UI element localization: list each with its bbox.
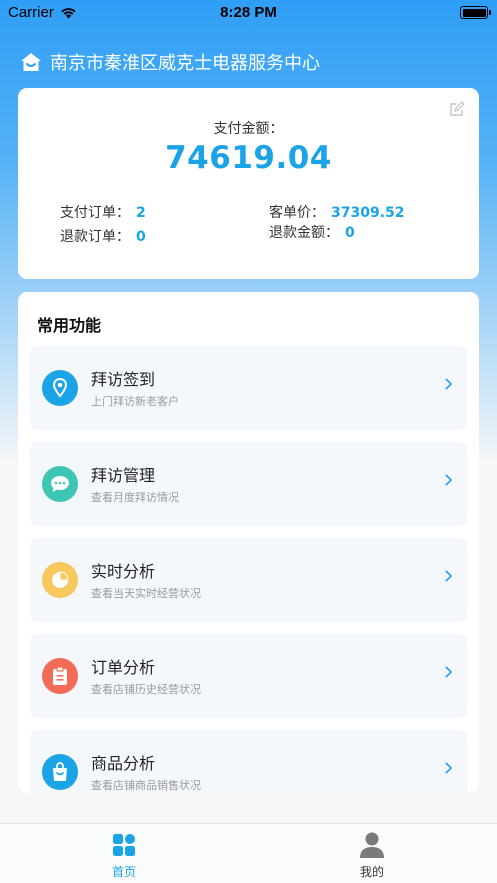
clock: 8:28 PM <box>220 4 277 21</box>
functions-title: 常用功能 <box>37 316 102 335</box>
avg-price-value: 37309.52 <box>331 205 405 221</box>
battery-icon <box>460 6 491 19</box>
grid-icon <box>113 834 135 856</box>
location-pin-icon <box>42 370 78 406</box>
refund-orders-value: 0 <box>136 229 146 245</box>
function-item-visit-checkin[interactable]: 拜访签到 上门拜访新老客户 <box>30 346 467 430</box>
amount-label: 支付金额： <box>213 121 284 137</box>
refund-orders-stat: 退款订单： 0 <box>60 226 146 246</box>
function-subtitle: 上门拜访新老客户 <box>91 395 179 408</box>
chevron-right-icon <box>445 378 453 390</box>
pie-chart-icon <box>42 562 78 598</box>
tab-mine-label: 我的 <box>359 865 384 879</box>
chevron-right-icon <box>445 666 453 678</box>
tab-mine[interactable]: 我的 <box>312 830 432 880</box>
user-icon <box>360 832 384 858</box>
store-home-icon <box>21 53 41 71</box>
paid-orders-value: 2 <box>136 205 146 221</box>
avg-price-label: 客单价： <box>269 205 325 221</box>
shopping-bag-icon <box>42 754 78 790</box>
status-bar: Carrier 8:28 PM <box>0 0 497 26</box>
tab-home[interactable]: 首页 <box>64 830 184 880</box>
chevron-right-icon <box>445 762 453 774</box>
refund-amount-label: 退款金额： <box>269 225 339 241</box>
summary-card: 支付金额： 74619.04 支付订单： 2 退款订单： 0 客单价： 3730… <box>18 88 479 279</box>
paid-orders-label: 支付订单： <box>60 205 130 221</box>
function-title: 订单分析 <box>91 658 156 677</box>
chat-bubble-icon <box>42 466 78 502</box>
function-item-order-analysis[interactable]: 订单分析 查看店铺历史经营状况 <box>30 634 467 718</box>
tab-home-label: 首页 <box>111 865 136 879</box>
function-item-product-analysis[interactable]: 商品分析 查看店铺商品销售状况 <box>30 730 467 793</box>
store-name: 南京市秦淮区威克士电器服务中心 <box>50 53 320 74</box>
chevron-right-icon <box>445 570 453 582</box>
clipboard-icon <box>42 658 78 694</box>
amount-value: 74619.04 <box>165 140 332 176</box>
tab-bar: 首页 我的 <box>0 823 497 883</box>
avg-price-stat: 客单价： 37309.52 <box>269 202 405 222</box>
function-title: 拜访管理 <box>91 466 156 485</box>
paid-orders-stat: 支付订单： 2 <box>60 202 146 222</box>
function-subtitle: 查看店铺商品销售状况 <box>91 779 201 792</box>
chevron-right-icon <box>445 474 453 486</box>
function-item-visit-management[interactable]: 拜访管理 查看月度拜访情况 <box>30 442 467 526</box>
function-title: 实时分析 <box>91 562 156 581</box>
refund-orders-label: 退款订单： <box>60 229 130 245</box>
function-title: 拜访签到 <box>91 370 156 389</box>
functions-list: 拜访签到 上门拜访新老客户 拜访管理 查看月度拜访情况 实时分析 查看当天实时经… <box>30 346 467 793</box>
refund-amount-value: 0 <box>345 225 355 241</box>
function-subtitle: 查看店铺历史经营状况 <box>91 683 201 696</box>
edit-icon[interactable] <box>449 101 465 117</box>
function-subtitle: 查看当天实时经营状况 <box>91 587 201 600</box>
functions-card: 常用功能 拜访签到 上门拜访新老客户 拜访管理 查看月度拜访情况 实时分析 查看… <box>18 292 479 793</box>
store-header: 南京市秦淮区威克士电器服务中心 <box>20 49 320 75</box>
function-subtitle: 查看月度拜访情况 <box>91 491 179 504</box>
function-title: 商品分析 <box>91 754 156 773</box>
refund-amount-stat: 退款金额： 0 <box>269 222 355 242</box>
function-item-realtime-analysis[interactable]: 实时分析 查看当天实时经营状况 <box>30 538 467 622</box>
